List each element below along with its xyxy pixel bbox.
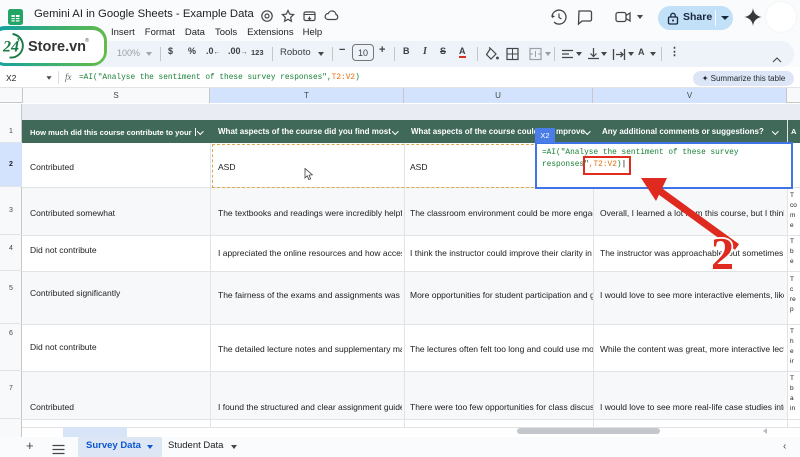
svg-text:2: 2 [711,228,734,279]
svg-text:24: 24 [2,39,19,56]
